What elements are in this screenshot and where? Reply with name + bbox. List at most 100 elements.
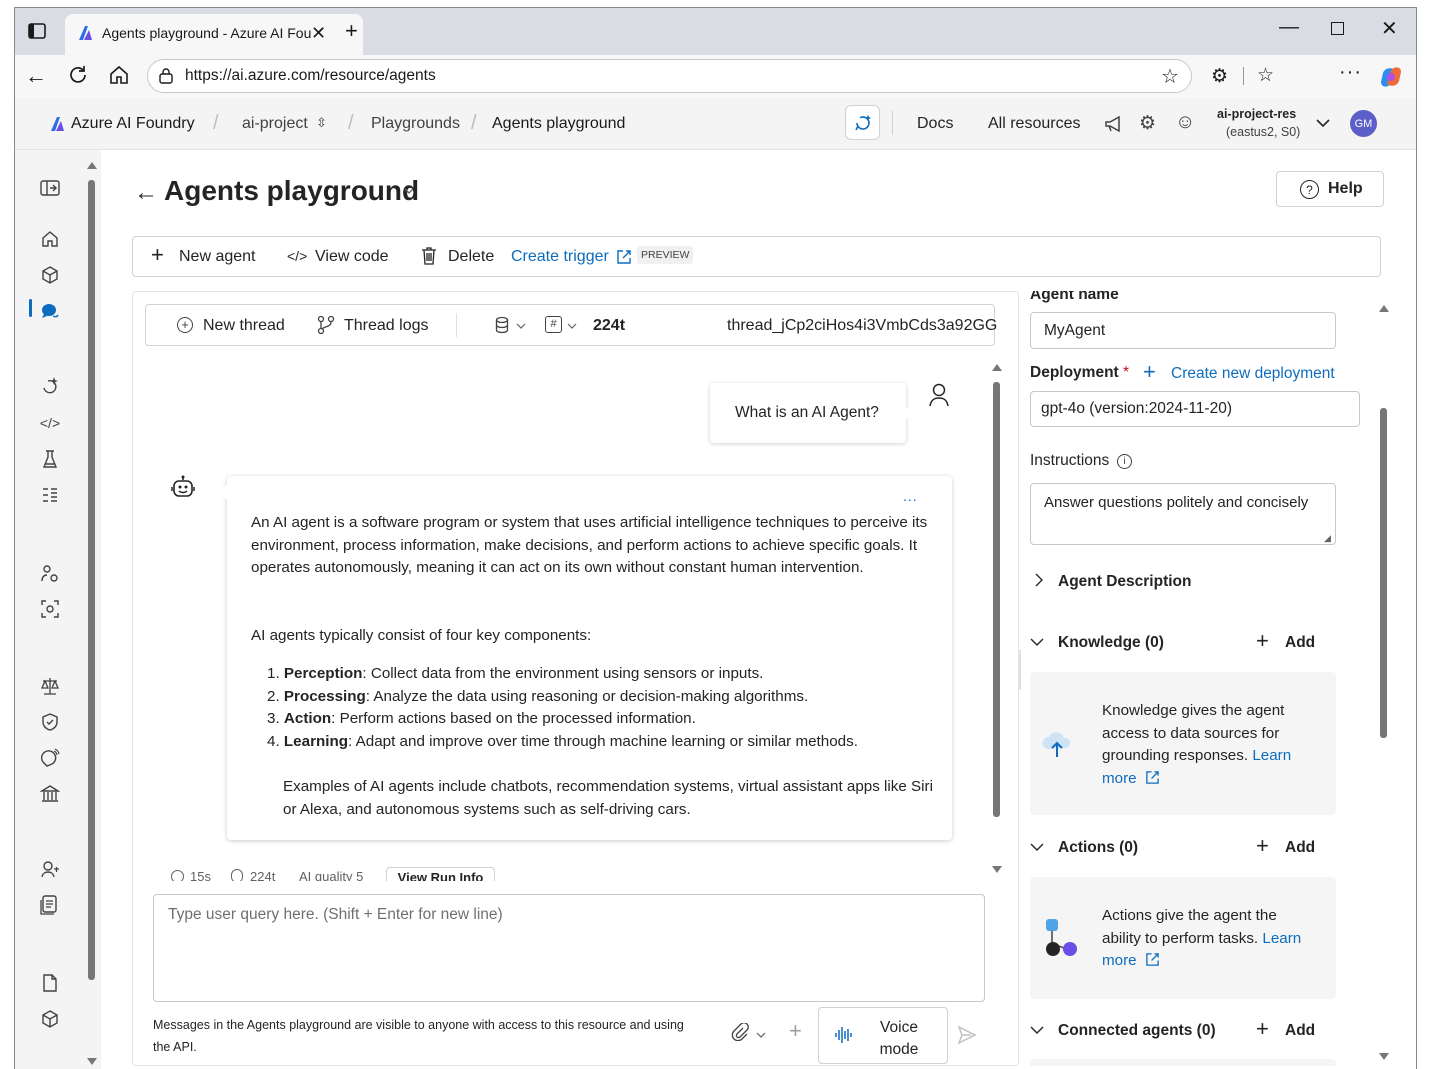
instructions-value[interactable]: Answer questions politely and concisely bbox=[1044, 494, 1308, 511]
lock-icon[interactable] bbox=[158, 68, 174, 84]
tracing-icon[interactable] bbox=[39, 598, 61, 620]
back-arrow-icon[interactable]: ← bbox=[134, 179, 158, 207]
add-knowledge-button[interactable]: Add bbox=[1285, 634, 1315, 652]
avatar[interactable]: GM bbox=[1350, 110, 1377, 137]
tab-actions-icon[interactable] bbox=[27, 22, 47, 40]
add-icon[interactable]: + bbox=[789, 1018, 802, 1044]
view-code-button[interactable]: View code bbox=[315, 248, 389, 266]
rail-scroll-down[interactable] bbox=[87, 1058, 97, 1065]
maximize-icon[interactable] bbox=[1331, 22, 1344, 35]
panel-scroll-up[interactable] bbox=[1379, 305, 1389, 312]
more-options-icon[interactable]: ··· bbox=[1339, 61, 1362, 84]
external-link-icon[interactable] bbox=[1145, 770, 1160, 785]
risk-alerts-icon[interactable] bbox=[39, 747, 61, 769]
settings-gear-icon[interactable]: ⚙ bbox=[1139, 112, 1156, 135]
fine-tuning-icon[interactable] bbox=[39, 484, 61, 506]
docs-link[interactable]: Docs bbox=[917, 115, 953, 133]
resources-cube-icon[interactable] bbox=[39, 1008, 61, 1030]
knowledge-section[interactable]: Knowledge (0) bbox=[1058, 634, 1164, 652]
new-thread-button[interactable]: New thread bbox=[203, 317, 285, 335]
create-trigger-link[interactable]: Create trigger bbox=[511, 248, 609, 266]
resize-handle-icon[interactable]: ◢ bbox=[1324, 533, 1331, 544]
breadcrumb-playgrounds[interactable]: Playgrounds bbox=[371, 115, 460, 133]
pane-splitter[interactable] bbox=[1019, 650, 1021, 690]
management-center-icon[interactable] bbox=[39, 563, 61, 585]
delete-button[interactable]: Delete bbox=[448, 248, 494, 266]
model-catalog-icon[interactable] bbox=[39, 264, 61, 286]
chevron-down-icon[interactable] bbox=[567, 321, 577, 331]
minimize-icon[interactable]: — bbox=[1279, 16, 1299, 39]
agent-description-section[interactable]: Agent Description bbox=[1058, 573, 1191, 591]
chevron-down-icon[interactable] bbox=[1030, 636, 1044, 648]
all-resources-link[interactable]: All resources bbox=[988, 115, 1080, 133]
new-agent-button[interactable]: New agent bbox=[179, 248, 256, 266]
learn-more-link[interactable]: Learn bbox=[1252, 747, 1291, 764]
rail-scrollbar-thumb[interactable] bbox=[88, 180, 95, 980]
announcements-icon[interactable] bbox=[1103, 113, 1125, 135]
favorite-star-icon[interactable]: ☆ bbox=[1161, 64, 1179, 89]
chevron-down-icon[interactable] bbox=[1030, 1024, 1044, 1036]
add-connected-agent-button[interactable]: Add bbox=[1285, 1022, 1315, 1040]
learn-more-link[interactable]: Learn bbox=[1262, 930, 1301, 947]
extensions-icon[interactable]: ⚙ bbox=[1211, 65, 1228, 88]
browser-tab[interactable]: Agents playground - Azure AI Fou ✕ bbox=[65, 14, 363, 55]
chevron-down-icon[interactable] bbox=[1315, 115, 1331, 131]
chat-scroll-up[interactable] bbox=[992, 364, 1002, 371]
guardrails-shield-icon[interactable] bbox=[39, 711, 61, 733]
chevron-down-icon[interactable] bbox=[756, 1030, 766, 1040]
users-icon[interactable] bbox=[39, 858, 61, 880]
home-nav-icon[interactable] bbox=[39, 228, 61, 250]
data-index-icon[interactable] bbox=[39, 894, 61, 916]
rail-scroll-up[interactable] bbox=[87, 162, 97, 169]
home-icon[interactable] bbox=[108, 64, 130, 86]
safety-scale-icon[interactable] bbox=[39, 675, 61, 697]
external-link-icon[interactable] bbox=[616, 249, 632, 265]
chat-input[interactable]: Type user query here. (Shift + Enter for… bbox=[153, 894, 985, 1002]
send-icon[interactable] bbox=[957, 1025, 977, 1045]
chat-scrollbar-thumb[interactable] bbox=[993, 382, 1000, 817]
chat-scroll-down[interactable] bbox=[992, 866, 1002, 873]
panel-scroll-down[interactable] bbox=[1379, 1053, 1389, 1060]
copilot-icon[interactable] bbox=[1379, 65, 1403, 89]
title-chevron-down-icon[interactable] bbox=[403, 185, 415, 197]
external-link-icon[interactable] bbox=[1145, 952, 1160, 967]
close-tab-icon[interactable]: ✕ bbox=[311, 23, 326, 44]
close-window-icon[interactable]: ✕ bbox=[1381, 16, 1398, 41]
thread-logs-button[interactable]: Thread logs bbox=[344, 317, 429, 335]
connected-agents-section[interactable]: Connected agents (0) bbox=[1058, 1022, 1216, 1040]
evaluation-flask-icon[interactable] bbox=[39, 448, 61, 470]
attach-paperclip-icon[interactable] bbox=[731, 1023, 749, 1041]
breadcrumb-project[interactable]: ai-project bbox=[242, 115, 308, 133]
resource-name[interactable]: ai-project-res bbox=[1217, 107, 1296, 121]
help-button[interactable]: ? Help bbox=[1276, 171, 1384, 207]
deployment-value[interactable]: gpt-4o (version:2024-11-20) bbox=[1041, 400, 1232, 418]
create-deployment-link[interactable]: Create new deployment bbox=[1171, 365, 1335, 383]
governance-building-icon[interactable] bbox=[39, 783, 61, 805]
learn-more-link[interactable]: more bbox=[1102, 952, 1137, 969]
refresh-icon[interactable] bbox=[67, 64, 89, 86]
learn-more-link[interactable]: more bbox=[1102, 770, 1137, 787]
brand-name[interactable]: Azure AI Foundry bbox=[71, 115, 195, 133]
url-text[interactable]: https://ai.azure.com/resource/agents bbox=[185, 67, 436, 85]
agent-name-input[interactable]: MyAgent bbox=[1030, 312, 1336, 349]
documents-icon[interactable] bbox=[39, 972, 61, 994]
instructions-textarea[interactable]: Answer questions politely and concisely … bbox=[1030, 483, 1336, 545]
add-action-button[interactable]: Add bbox=[1285, 839, 1315, 857]
playgrounds-chat-icon[interactable] bbox=[39, 300, 61, 322]
message-more-icon[interactable]: ... bbox=[903, 488, 918, 504]
database-icon[interactable] bbox=[495, 316, 509, 334]
chat-input-placeholder[interactable]: Type user query here. (Shift + Enter for… bbox=[168, 906, 503, 924]
chevron-right-icon[interactable] bbox=[1033, 573, 1045, 587]
favorites-icon[interactable]: ☆ bbox=[1257, 64, 1274, 87]
project-switch-icon[interactable]: ⇳ bbox=[316, 115, 327, 131]
panel-scrollbar-thumb[interactable] bbox=[1380, 408, 1387, 738]
voice-mode-button[interactable]: Voice mode bbox=[818, 1007, 948, 1064]
chevron-down-icon[interactable] bbox=[1030, 841, 1044, 853]
view-run-info-button[interactable]: View Run Info bbox=[386, 867, 495, 881]
expand-nav-icon[interactable] bbox=[39, 177, 61, 199]
chevron-down-icon[interactable] bbox=[516, 321, 526, 331]
actions-section[interactable]: Actions (0) bbox=[1058, 839, 1138, 857]
new-tab-icon[interactable]: + bbox=[345, 18, 358, 44]
token-count-icon[interactable]: # bbox=[545, 316, 562, 333]
info-icon[interactable]: i bbox=[1117, 454, 1132, 469]
